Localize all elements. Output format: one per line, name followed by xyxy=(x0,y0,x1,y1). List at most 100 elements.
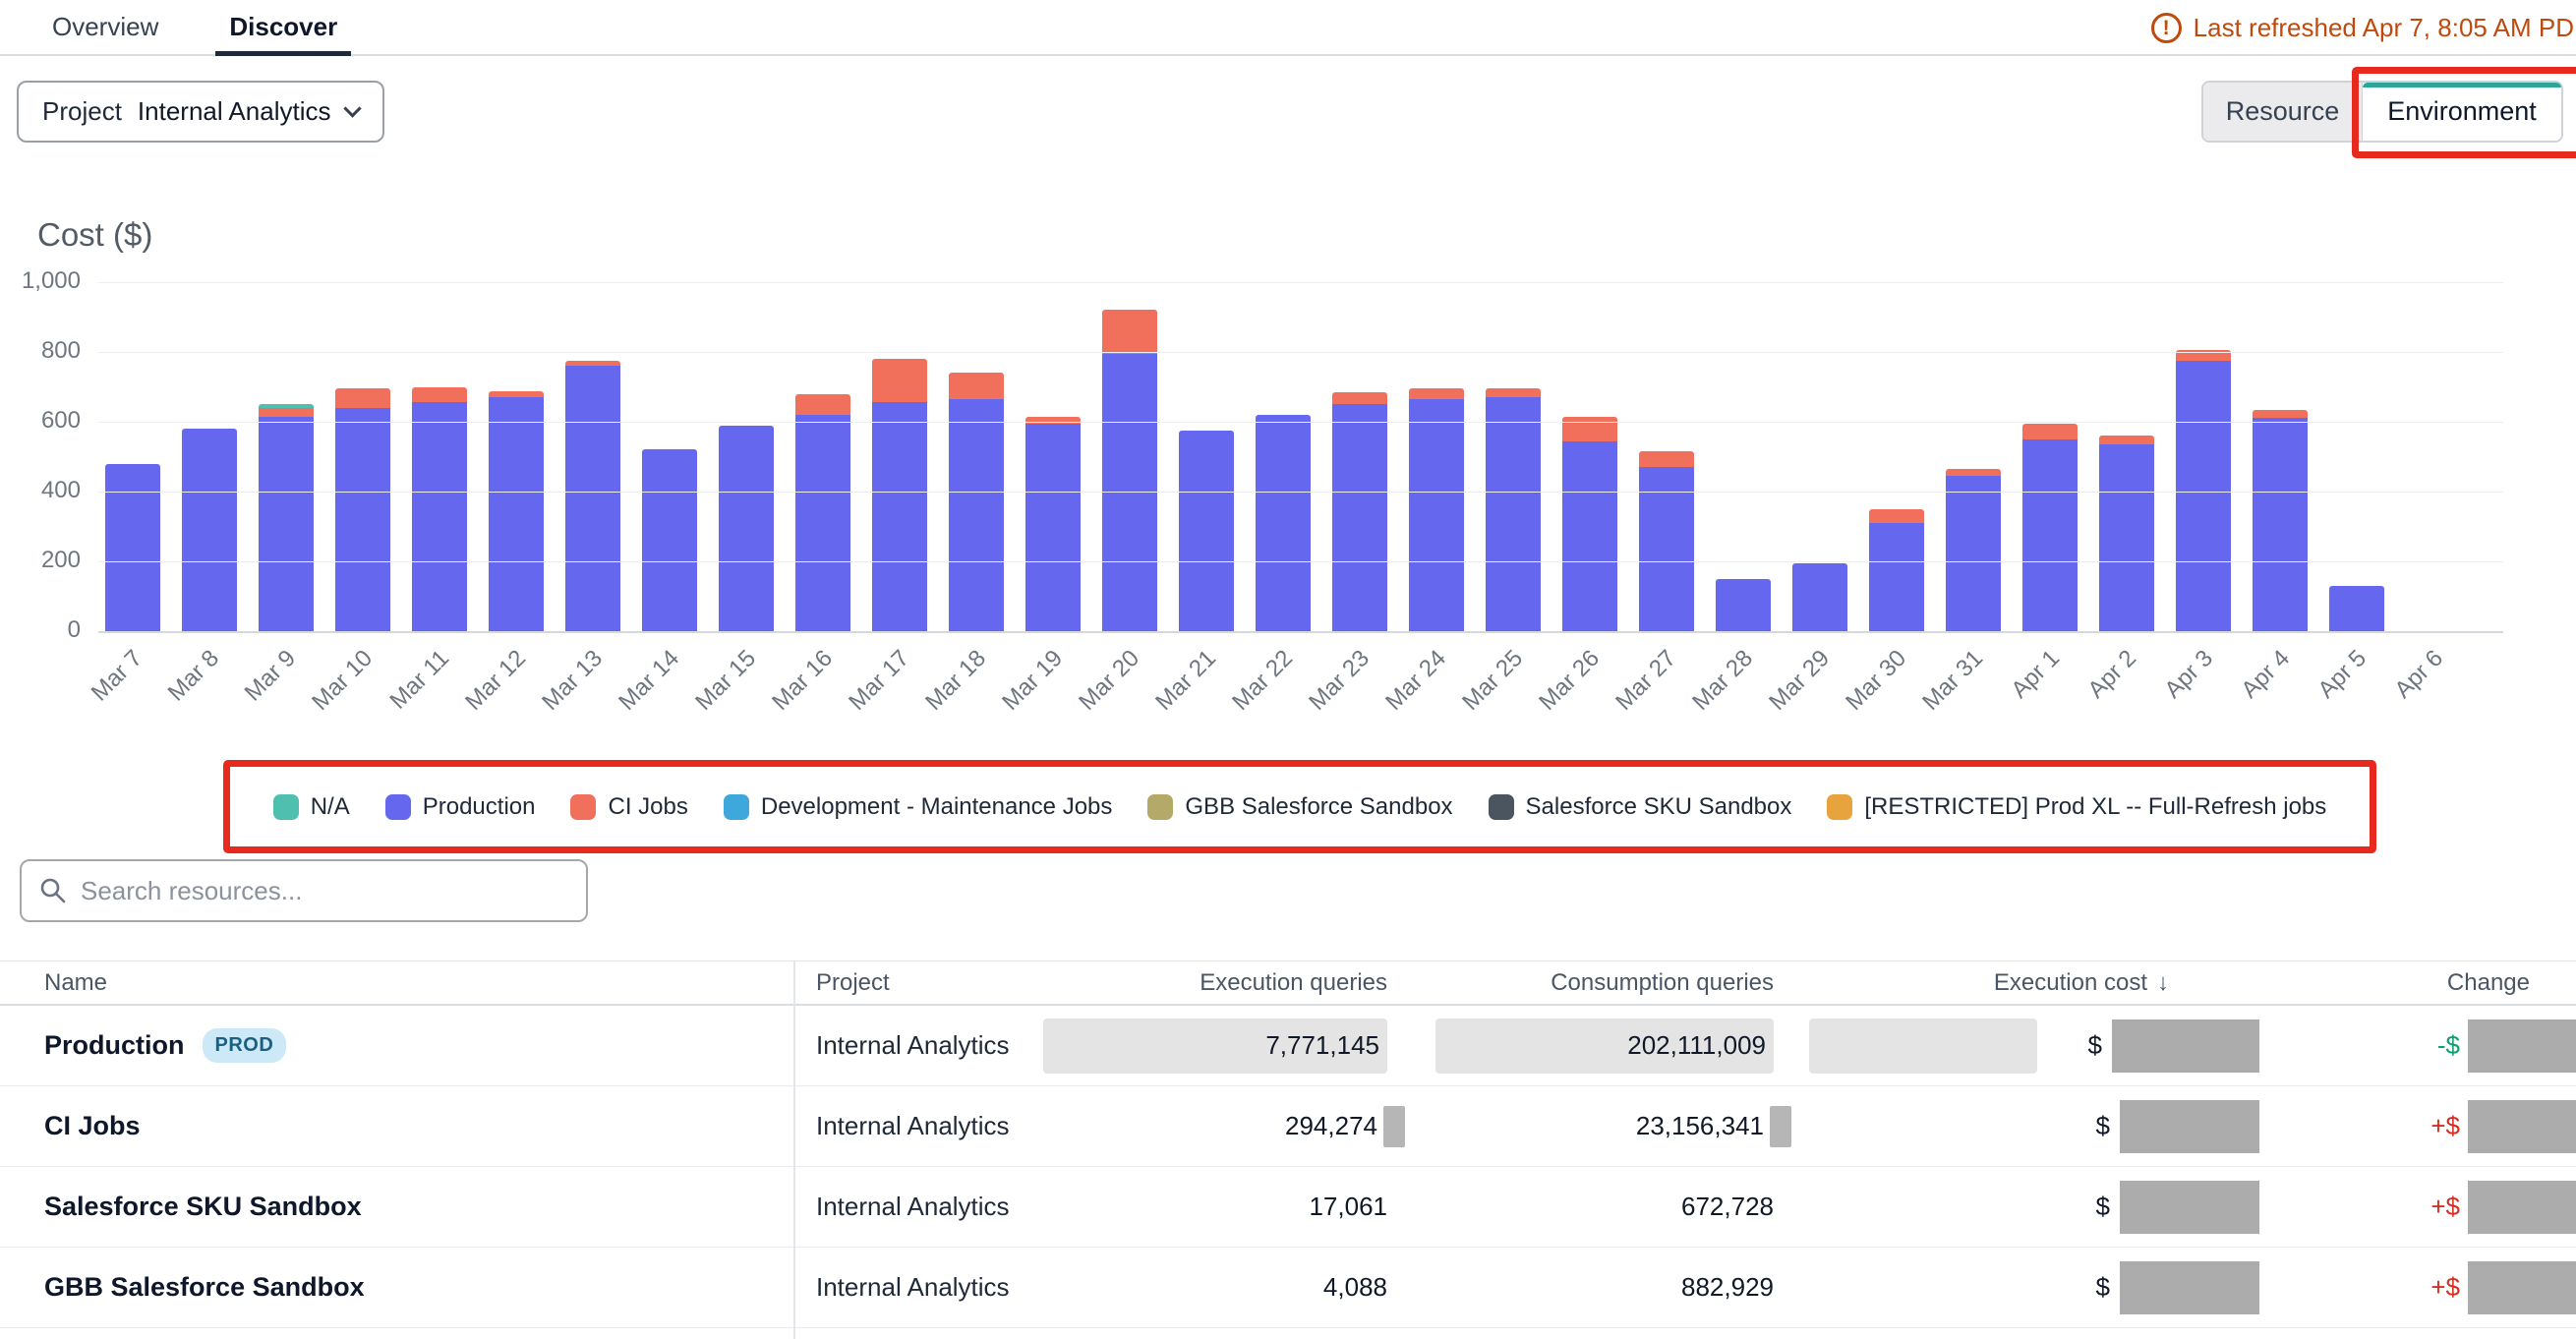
consumption-queries-cell: 672,728 xyxy=(1391,1192,1778,1222)
bar-mar-31[interactable] xyxy=(1946,469,2001,631)
resource-name[interactable]: Salesforce SKU Sandbox xyxy=(44,1192,362,1222)
bar-segment-ci-jobs xyxy=(795,394,850,415)
bar-mar-23[interactable] xyxy=(1332,392,1387,631)
column-header-execution-queries[interactable]: Execution queries xyxy=(1042,969,1391,997)
bar-mar-7[interactable] xyxy=(105,464,160,631)
execution-cost-cell: $ xyxy=(1778,1100,2261,1153)
legend-item[interactable]: GBB Salesforce Sandbox xyxy=(1147,793,1452,821)
bar-mar-19[interactable] xyxy=(1025,417,1081,631)
bar-segment-production xyxy=(719,426,774,631)
resource-name[interactable]: GBB Salesforce Sandbox xyxy=(44,1272,365,1303)
bar-segment-ci-jobs xyxy=(2022,424,2078,439)
change-cell: +$ xyxy=(2261,1261,2576,1314)
table-row[interactable]: GBB Salesforce SandboxInternal Analytics… xyxy=(0,1248,2576,1328)
legend-label: Salesforce SKU Sandbox xyxy=(1526,793,1792,821)
bar-mar-30[interactable] xyxy=(1869,509,1924,631)
legend-item[interactable]: Salesforce SKU Sandbox xyxy=(1489,793,1792,821)
bar-mar-27[interactable] xyxy=(1639,451,1694,631)
bar-mar-29[interactable] xyxy=(1792,563,1847,631)
bar-segment-production xyxy=(489,397,544,631)
redaction-block xyxy=(2120,1181,2259,1234)
legend-swatch xyxy=(1147,794,1173,820)
bar-mar-18[interactable] xyxy=(949,373,1004,631)
bar-segment-ci-jobs xyxy=(335,388,390,408)
gridline xyxy=(98,561,2503,562)
bar-apr-5[interactable] xyxy=(2329,586,2384,631)
x-axis-label: Mar 16 xyxy=(749,645,839,734)
resource-table: Name Project Execution queries Consumpti… xyxy=(0,961,2576,1339)
consumption-queries-cell: 23,156,341 xyxy=(1391,1106,1778,1147)
bar-segment-ci-jobs xyxy=(2253,410,2308,419)
cost-prefix: $ xyxy=(2096,1272,2110,1303)
resource-name[interactable]: Production xyxy=(44,1030,185,1061)
bar-mar-15[interactable] xyxy=(719,426,774,631)
search-input[interactable] xyxy=(81,876,568,906)
execution-queries-cell: 7,771,145 xyxy=(1042,1019,1391,1074)
column-header-name[interactable]: Name xyxy=(0,969,793,997)
chart-legend: N/A Production CI Jobs Development - Mainte… xyxy=(228,765,2371,848)
bar-mar-24[interactable] xyxy=(1409,388,1464,631)
legend-item[interactable]: Development - Maintenance Jobs xyxy=(724,793,1113,821)
project-cell: Internal Analytics xyxy=(793,1030,1042,1061)
redaction-block xyxy=(2468,1019,2576,1073)
bar-mar-28[interactable] xyxy=(1716,579,1771,631)
bar-mar-11[interactable] xyxy=(412,387,467,631)
x-axis-label: Mar 17 xyxy=(826,645,915,734)
bar-mar-16[interactable] xyxy=(795,394,850,631)
legend-item[interactable]: N/A xyxy=(273,793,350,821)
bar-segment-production xyxy=(2099,444,2154,631)
bar-mar-10[interactable] xyxy=(335,388,390,631)
bar-segment-production xyxy=(949,399,1004,631)
y-axis-label: 200 xyxy=(0,547,81,574)
legend-item[interactable]: Production xyxy=(385,793,536,821)
bar-mar-8[interactable] xyxy=(182,429,237,631)
column-header-change[interactable]: Change xyxy=(2261,969,2576,997)
table-row[interactable]: CI JobsInternal Analytics294,27423,156,3… xyxy=(0,1086,2576,1167)
table-row[interactable]: Salesforce SKU SandboxInternal Analytics… xyxy=(0,1167,2576,1248)
name-cell: Salesforce SKU Sandbox xyxy=(0,1192,793,1222)
bar-segment-ci-jobs xyxy=(1946,469,2001,476)
chart-title: Cost ($) xyxy=(37,216,152,254)
name-cell: GBB Salesforce Sandbox xyxy=(0,1272,793,1303)
bar-segment-production xyxy=(2176,361,2231,631)
cost-prefix: $ xyxy=(2096,1111,2110,1141)
bar-mar-14[interactable] xyxy=(642,449,697,631)
bar-apr-4[interactable] xyxy=(2253,410,2308,631)
bar-segment-ci-jobs xyxy=(1332,392,1387,404)
legend-label: GBB Salesforce Sandbox xyxy=(1185,793,1452,821)
gridline xyxy=(98,422,2503,423)
bar-mar-25[interactable] xyxy=(1486,388,1541,631)
column-header-project[interactable]: Project xyxy=(793,969,1042,997)
table-row[interactable]: Production PROD Internal Analytics7,771,14… xyxy=(0,1006,2576,1086)
bar-segment-ci-jobs xyxy=(872,359,927,402)
table-header: Name Project Execution queries Consumpti… xyxy=(0,961,2576,1006)
bar-segment-production xyxy=(2329,586,2384,631)
column-header-consumption-queries[interactable]: Consumption queries xyxy=(1391,969,1778,997)
bar-segment-production xyxy=(1716,579,1771,631)
bar-mar-20[interactable] xyxy=(1102,310,1157,631)
legend-item[interactable]: [RESTRICTED] Prod XL -- Full-Refresh job… xyxy=(1827,793,2326,821)
prod-badge: PROD xyxy=(203,1028,287,1063)
x-axis-label: Mar 20 xyxy=(1056,645,1145,734)
bar-apr-1[interactable] xyxy=(2022,424,2078,631)
project-cell: Internal Analytics xyxy=(793,1111,1042,1141)
bar-mar-21[interactable] xyxy=(1179,431,1234,631)
legend-swatch xyxy=(1489,794,1514,820)
change-prefix: +$ xyxy=(2430,1192,2460,1222)
bar-mar-17[interactable] xyxy=(872,359,927,631)
resource-name[interactable]: CI Jobs xyxy=(44,1111,141,1141)
legend-item[interactable]: CI Jobs xyxy=(570,793,687,821)
consumption-queries-cell: 882,929 xyxy=(1391,1272,1778,1303)
bar-mar-9[interactable] xyxy=(259,404,314,631)
bar-apr-2[interactable] xyxy=(2099,436,2154,631)
bar-mar-26[interactable] xyxy=(1562,417,1617,631)
bar-mar-22[interactable] xyxy=(1256,415,1311,631)
execution-queries-cell: 17,061 xyxy=(1042,1192,1391,1222)
bar-mar-13[interactable] xyxy=(565,361,620,631)
bar-mar-12[interactable] xyxy=(489,391,544,631)
column-header-execution-cost[interactable]: Execution cost ↓ xyxy=(1778,969,2261,997)
execution-cost-label: Execution cost xyxy=(1994,969,2147,997)
bar-segment-production xyxy=(182,429,237,631)
execution-cost-cell: $ xyxy=(1778,1019,2261,1074)
legend-swatch xyxy=(570,794,596,820)
